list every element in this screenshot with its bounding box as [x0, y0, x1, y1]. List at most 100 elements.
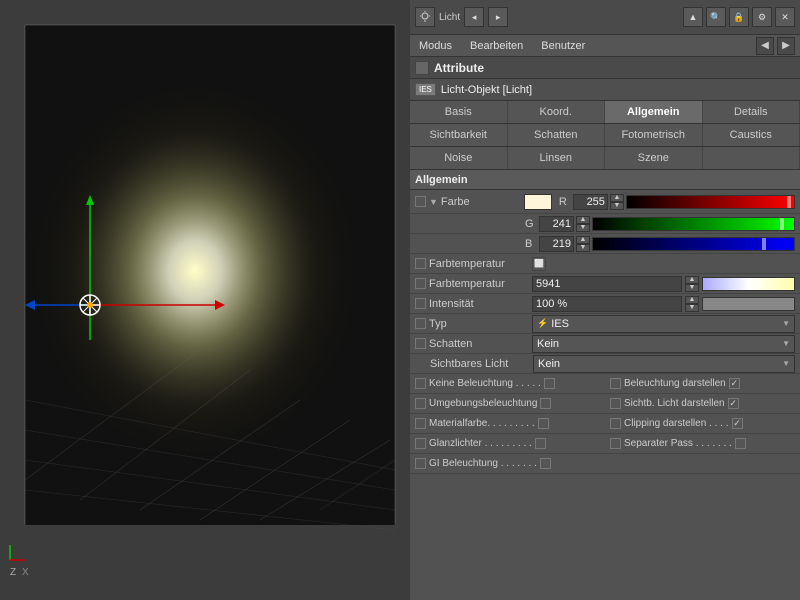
r-spin-up[interactable]: ▲ — [610, 194, 624, 202]
sichtbares-licht-dropdown[interactable]: Kein ▼ — [533, 355, 795, 373]
r-spinner[interactable]: ▲ ▼ — [610, 194, 624, 210]
tab-row-1: Basis Koord. Allgemein Details — [410, 101, 800, 124]
umgebungsbeleuchtung-state[interactable] — [540, 398, 551, 409]
cb-beleuchtung-darstellen: Beleuchtung darstellen ✓ — [605, 374, 800, 394]
typ-dropdown-arrow: ▼ — [782, 319, 790, 328]
g-value-input[interactable] — [539, 216, 574, 232]
light-icon[interactable] — [415, 7, 435, 27]
nav-prev-icon[interactable]: ◂ — [464, 7, 484, 27]
panel-top-bar: Licht ◂ ▸ ▲ 🔍 🔒 ⚙ ✕ — [410, 0, 800, 35]
tab-koord[interactable]: Koord. — [508, 101, 606, 123]
settings-icon[interactable]: ⚙ — [752, 7, 772, 27]
search-icon[interactable]: 🔍 — [706, 7, 726, 27]
b-spin-up[interactable]: ▲ — [576, 236, 590, 244]
glanzlichter-state[interactable] — [535, 438, 546, 449]
tab-caustics[interactable]: Caustics — [703, 124, 800, 146]
allgemein-section-header: Allgemein — [410, 170, 800, 190]
b-channel-label: B — [525, 238, 537, 250]
b-spinner[interactable]: ▲ ▼ — [576, 236, 590, 252]
farbe-checkbox[interactable] — [415, 196, 426, 207]
attribute-icon — [415, 61, 429, 75]
g-color-bar[interactable] — [592, 217, 795, 231]
g-spinner[interactable]: ▲ ▼ — [576, 216, 590, 232]
r-value-input[interactable] — [573, 194, 608, 210]
b-value-input[interactable] — [539, 236, 574, 252]
keine-beleuchtung-state[interactable] — [544, 378, 555, 389]
schatten-checkbox[interactable] — [415, 338, 426, 349]
intensitaet-bar[interactable] — [702, 297, 795, 311]
cb-empty — [605, 454, 800, 474]
lock-icon[interactable]: 🔒 — [729, 7, 749, 27]
color-preview[interactable] — [524, 194, 552, 210]
b-color-bar[interactable] — [592, 237, 795, 251]
sichtb-licht-cb[interactable] — [610, 398, 621, 409]
materialfarbe-cb[interactable] — [415, 418, 426, 429]
materialfarbe-label: Materialfarbe. . . . . . . . . — [429, 418, 535, 429]
separater-pass-cb[interactable] — [610, 438, 621, 449]
intensitaet-spinner[interactable]: ▲ ▼ — [685, 296, 699, 312]
nav-back-btn[interactable]: ◀ — [756, 37, 774, 55]
svg-text:X: X — [22, 567, 29, 578]
r-color-bar[interactable] — [626, 195, 795, 209]
umgebungsbeleuchtung-cb[interactable] — [415, 398, 426, 409]
tab-details[interactable]: Details — [703, 101, 800, 123]
intensitaet-input[interactable] — [532, 296, 682, 312]
tab-szene[interactable]: Szene — [605, 147, 703, 169]
tab-sichtbarkeit[interactable]: Sichtbarkeit — [410, 124, 508, 146]
menu-benutzer[interactable]: Benutzer — [537, 38, 589, 54]
gi-beleuchtung-cb[interactable] — [415, 458, 426, 469]
menu-bar: Modus Bearbeiten Benutzer ◀ ▶ — [410, 35, 800, 57]
tab-noise[interactable]: Noise — [410, 147, 508, 169]
up-icon[interactable]: ▲ — [683, 7, 703, 27]
farbe-arrow[interactable]: ▼ — [429, 197, 438, 207]
farbtemperatur-active-cb[interactable] — [415, 278, 426, 289]
farbtemperatur-spin-up[interactable]: ▲ — [685, 276, 699, 284]
b-spin-down[interactable]: ▼ — [576, 244, 590, 252]
g-channel-row: G ▲ ▼ — [410, 214, 800, 234]
attribute-header: Attribute — [410, 57, 800, 79]
sichtb-licht-state[interactable]: ✓ — [728, 398, 739, 409]
intensitaet-spin-down[interactable]: ▼ — [685, 304, 699, 312]
menu-bearbeiten[interactable]: Bearbeiten — [466, 38, 527, 54]
g-spin-up[interactable]: ▲ — [576, 216, 590, 224]
farbtemperatur-icon-btn[interactable]: ⬜ — [532, 257, 546, 271]
beleuchtung-darstellen-cb[interactable] — [610, 378, 621, 389]
nav-next-icon[interactable]: ▸ — [488, 7, 508, 27]
keine-beleuchtung-cb[interactable] — [415, 378, 426, 389]
gi-beleuchtung-state[interactable] — [540, 458, 551, 469]
farbtemperatur-spin-down[interactable]: ▼ — [685, 284, 699, 292]
farbtemperatur-spinner[interactable]: ▲ ▼ — [685, 276, 699, 292]
tab-basis[interactable]: Basis — [410, 101, 508, 123]
viewport-svg: Z X — [0, 0, 410, 600]
typ-value: IES — [551, 318, 569, 330]
clipping-state[interactable]: ✓ — [732, 418, 743, 429]
tab-allgemein[interactable]: Allgemein — [605, 101, 703, 123]
typ-dropdown[interactable]: ⚡ IES ▼ — [532, 315, 795, 333]
sichtbares-licht-label: Sichtbares Licht — [415, 358, 530, 370]
farbtemperatur-bar[interactable] — [702, 277, 795, 291]
schatten-dropdown[interactable]: Kein ▼ — [532, 335, 795, 353]
intensitaet-label: Intensität — [429, 298, 529, 310]
nav-fwd-btn[interactable]: ▶ — [777, 37, 795, 55]
tab-linsen[interactable]: Linsen — [508, 147, 606, 169]
beleuchtung-darstellen-state[interactable]: ✓ — [729, 378, 740, 389]
menu-modus[interactable]: Modus — [415, 38, 456, 54]
separater-pass-state[interactable] — [735, 438, 746, 449]
intensitaet-checkbox[interactable] — [415, 298, 426, 309]
tab-schatten[interactable]: Schatten — [508, 124, 606, 146]
farbe-row: ▼ Farbe R ▲ ▼ — [410, 190, 800, 214]
clipping-cb[interactable] — [610, 418, 621, 429]
g-spin-down[interactable]: ▼ — [576, 224, 590, 232]
svg-text:Z: Z — [10, 567, 16, 578]
farbtemperatur-checkbox[interactable] — [415, 258, 426, 269]
farbtemperatur-value-row: Farbtemperatur ▲ ▼ — [410, 274, 800, 294]
intensitaet-spin-up[interactable]: ▲ — [685, 296, 699, 304]
tab-fotometrisch[interactable]: Fotometrisch — [605, 124, 703, 146]
panel-icon-area: Licht ◂ ▸ — [415, 7, 508, 27]
glanzlichter-cb[interactable] — [415, 438, 426, 449]
close-icon[interactable]: ✕ — [775, 7, 795, 27]
r-spin-down[interactable]: ▼ — [610, 202, 624, 210]
farbtemperatur-input[interactable] — [532, 276, 682, 292]
materialfarbe-state[interactable] — [538, 418, 549, 429]
typ-checkbox[interactable] — [415, 318, 426, 329]
